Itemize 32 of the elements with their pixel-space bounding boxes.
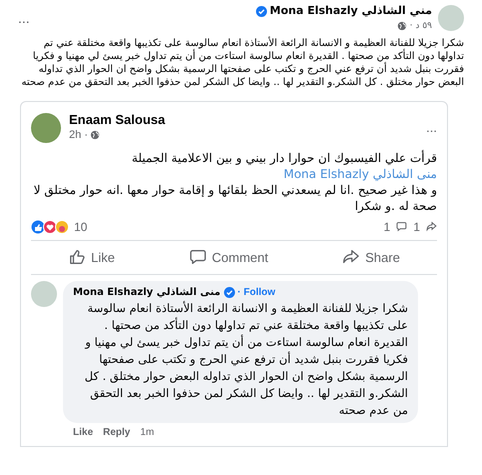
speech-bubble-icon <box>188 248 207 266</box>
speech-bubble-icon <box>396 221 408 232</box>
post-text: و هذا غير صحيح .انا لم يسعدني الحظ بلقائها و إقامة حوار معها .انه حوار مختلق لا صحة له .و شكرا <box>32 182 437 214</box>
author-name[interactable]: Enaam Salousa <box>69 112 166 127</box>
avatar[interactable] <box>438 5 464 31</box>
follow-link[interactable]: · Follow <box>238 285 276 300</box>
post-time[interactable]: 2h · <box>69 127 88 144</box>
author-name[interactable]: مني الشاذلي Mona Elshazly <box>270 3 432 20</box>
reaction-count[interactable]: 10 <box>74 218 88 236</box>
comment-time: 1m <box>140 426 154 440</box>
avatar[interactable] <box>31 112 61 143</box>
thumbs-up-icon <box>68 248 86 266</box>
mention-link[interactable]: منى الشاذلي Mona Elshazly <box>284 166 437 180</box>
post-text: شكرا جزيلا للفنانة العظيمة و الانسانة الرائعة الأستاذة انعام سالوسة على تكذيبها واقعة مختلقة عني تم تداولها دون التأكد من صحتها . القديرة انعام سالوسة استاءت من أن يتم تداول خبر يسئ لي مهنيا و فكريا فقررت بنبل شديد أن ترفع عني الحرج و تكتب على صفحتها الرسمية بشكل واضح ان الحوار الذي تداوله البعض حوار مختلق . كل الشكر.و التقدير لها .. وايضا كل الشكر لمن حذفوا الخبر بعد التحقق من عدم صحته <box>20 37 465 89</box>
post-time[interactable]: ٥٩ د · <box>410 20 432 33</box>
post-text: قرأت علي الفيسبوك ان حوارا دار بيني و بين الاعلامية الجميلة منى الشاذلي Mona Elshazly <box>130 150 437 182</box>
share-button[interactable]: Share <box>332 246 410 269</box>
share-count[interactable]: 1 <box>413 218 420 236</box>
comment-text: شكرا جزيلا للفنانة العظيمة و الانسانة الرائعة الأستاذة انعام سالوسة على تكذيبها واقعة مختلقة عني تم تداولها دون التأكد من صحتها . القديرة انعام سالوسة استاءت من أن يتم تداول خبر يسئ لي مهنيا و فكريا فقررت بنبل شديد أن ترفع عني الحرج و تكتب على صفحتها الرسمية بشكل واضح ان الحوار الذي تداوله البعض حوار مختلق . كل الشكر.و التقدير لها .. وايضا كل الشكر لمن حذفوا الخبر بعد التحقق من عدم صحته <box>84 300 408 419</box>
reply-link[interactable]: Reply <box>103 425 130 440</box>
avatar[interactable] <box>31 281 57 307</box>
reactions-icon <box>31 220 71 234</box>
share-arrow-icon <box>426 221 437 232</box>
like-button[interactable]: Like <box>58 246 125 269</box>
like-link[interactable]: Like <box>73 425 94 440</box>
globe-icon <box>396 21 407 32</box>
comment-author[interactable]: Mona Elshazly منى الشاذلي <box>73 285 220 300</box>
more-options-button[interactable]: ... <box>18 11 30 25</box>
globe-icon <box>90 130 100 140</box>
comment-count[interactable]: 1 <box>384 218 390 236</box>
more-options-button[interactable]: ... <box>426 118 437 138</box>
comment-button[interactable]: Comment <box>178 246 278 269</box>
